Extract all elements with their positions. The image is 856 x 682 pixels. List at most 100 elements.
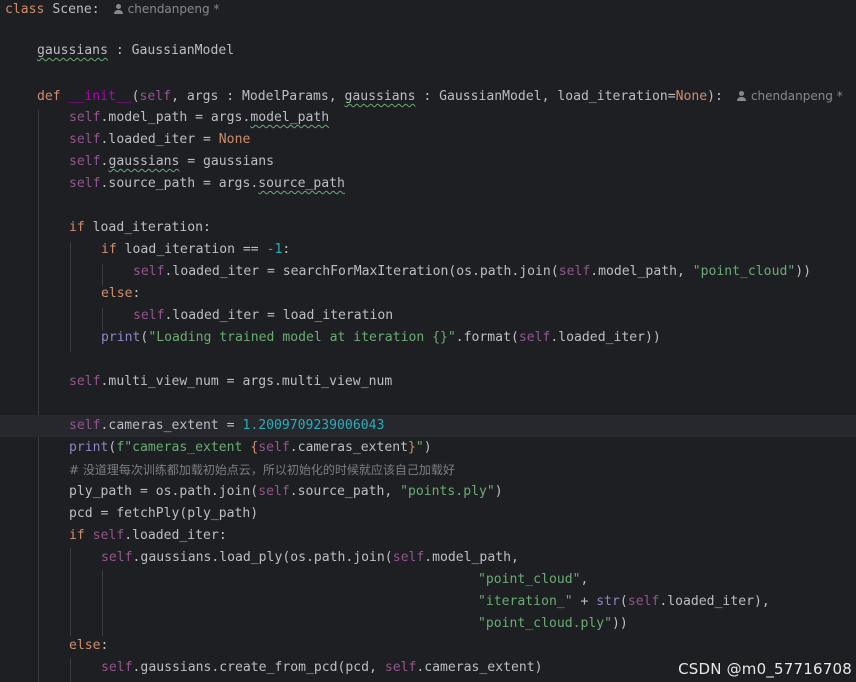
- self-token: self: [92, 528, 125, 543]
- class-name: Scene:: [52, 2, 100, 17]
- param-gaussians: gaussians: [344, 89, 416, 104]
- self-token: self: [101, 550, 133, 565]
- fstring-brace: }: [408, 440, 416, 455]
- keyword-else: else: [101, 286, 133, 301]
- code-text: load_iteration:: [84, 220, 211, 235]
- code-text: .gaussians.create_from_pcd(pcd,: [132, 660, 385, 675]
- code-text: )): [612, 616, 628, 631]
- keyword-if: if: [69, 528, 85, 543]
- keyword-else: else: [69, 638, 101, 653]
- code-line[interactable]: else:: [0, 635, 856, 657]
- code-text: .loaded_iter:: [124, 528, 227, 543]
- code-line[interactable]: print(f"cameras_extent {self.cameras_ext…: [0, 437, 856, 459]
- comment-text: # 没道理每次训练都加载初始点云，所以初始化的时候就应该自己加载好: [69, 463, 455, 477]
- keyword-none: None: [675, 89, 708, 104]
- keyword-none: None: [218, 132, 251, 147]
- self-token: self: [101, 660, 133, 675]
- code-line[interactable]: self.gaussians = gaussians: [0, 151, 856, 173]
- user-icon: [736, 91, 746, 101]
- string-literal: "points.ply": [400, 484, 495, 499]
- code-line[interactable]: if load_iteration:: [0, 217, 856, 239]
- params-text-2: : GaussianModel, load_iteration=: [415, 89, 676, 104]
- code-line[interactable]: "point_cloud",: [0, 569, 856, 591]
- code-text: (: [619, 594, 628, 609]
- code-line-comment[interactable]: # 没道理每次训练都加载初始点云，所以初始化的时候就应该自己加载好: [0, 459, 856, 481]
- string-literal: "point_cloud.ply": [478, 616, 613, 631]
- user-icon: [113, 4, 123, 14]
- self-token: self: [384, 660, 417, 675]
- author-hint-label: chendanpeng *: [127, 2, 220, 16]
- code-text: ,: [580, 572, 589, 587]
- code-text: .model_path,: [424, 550, 519, 565]
- code-text: :: [282, 242, 291, 257]
- number-literal: 1.2009709239006043: [242, 418, 385, 433]
- code-text: .cameras_extent: [289, 440, 409, 455]
- code-line[interactable]: else:: [0, 283, 856, 305]
- code-text: ): [423, 440, 432, 455]
- code-line-class-decl[interactable]: class Scene: chendanpeng *: [0, 0, 856, 20]
- code-line[interactable]: print("Loading trained model at iteratio…: [0, 327, 856, 349]
- code-text: .cameras_extent =: [100, 418, 243, 433]
- keyword-def: def: [37, 89, 61, 104]
- code-line-def-init[interactable]: def __init__(self, args : ModelParams, g…: [0, 85, 856, 107]
- params-text: , args : ModelParams,: [171, 89, 345, 104]
- code-text: .loaded_iter)): [550, 330, 661, 345]
- code-text: .multi_view_num = args.multi_view_num: [100, 374, 393, 389]
- self-token: self: [69, 132, 101, 147]
- field-colon: :: [107, 43, 132, 58]
- keyword-class: class: [5, 2, 45, 17]
- self-token: self: [258, 484, 290, 499]
- builtin-print: print: [101, 330, 141, 345]
- code-text: .source_path = args.: [100, 176, 259, 191]
- self-token: self: [392, 550, 425, 565]
- code-line[interactable]: if load_iteration == -1:: [0, 239, 856, 261]
- code-text: .loaded_iter = searchForMaxIteration(os.…: [164, 264, 559, 279]
- author-hint[interactable]: chendanpeng *: [113, 2, 220, 16]
- paren: (: [131, 89, 140, 104]
- code-line[interactable]: self.source_path = args.source_path: [0, 173, 856, 195]
- code-text: :: [100, 638, 109, 653]
- code-line[interactable]: if self.loaded_iter:: [0, 525, 856, 547]
- self-token: self: [69, 154, 101, 169]
- keyword-if: if: [69, 220, 85, 235]
- string-literal: ": [415, 440, 424, 455]
- keyword-if: if: [101, 242, 117, 257]
- code-line-field-decl[interactable]: gaussians : GaussianModel: [0, 40, 856, 62]
- code-text: load_iteration ==: [116, 242, 267, 257]
- code-line[interactable]: self.model_path = args.model_path: [0, 107, 856, 129]
- code-line-current[interactable]: self.cameras_extent = 1.2009709239006043: [0, 415, 856, 437]
- builtin-str: str: [596, 594, 620, 609]
- code-line[interactable]: self.loaded_iter = None: [0, 129, 856, 151]
- code-text: .cameras_extent): [416, 660, 543, 675]
- author-hint[interactable]: chendanpeng *: [736, 89, 843, 103]
- self-token: self: [133, 308, 165, 323]
- code-line[interactable]: self.loaded_iter = searchForMaxIteration…: [0, 261, 856, 283]
- code-line[interactable]: self.gaussians.load_ply(os.path.join(sel…: [0, 547, 856, 569]
- code-text: model_path: [250, 110, 330, 125]
- code-text: .format(: [455, 330, 519, 345]
- code-text: pcd = fetchPly(ply_path): [69, 506, 259, 521]
- number-literal: -1: [266, 242, 283, 257]
- code-line[interactable]: pcd = fetchPly(ply_path): [0, 503, 856, 525]
- code-line[interactable]: self.multi_view_num = args.multi_view_nu…: [0, 371, 856, 393]
- method-name: __init__: [68, 89, 132, 104]
- code-line[interactable]: ply_path = os.path.join(self.source_path…: [0, 481, 856, 503]
- code-text: :: [132, 286, 141, 301]
- string-literal: f"cameras_extent: [116, 440, 251, 455]
- params-close: ):: [707, 89, 723, 104]
- code-line[interactable]: "point_cloud.ply")): [0, 613, 856, 635]
- self-token: self: [69, 418, 101, 433]
- self-token: self: [518, 330, 551, 345]
- code-text: .loaded_iter = load_iteration: [164, 308, 394, 323]
- code-text: .gaussians.load_ply(os.path.join(: [132, 550, 393, 565]
- field-name: gaussians: [37, 43, 108, 58]
- code-text: .model_path = args.: [100, 110, 251, 125]
- code-text: ): [494, 484, 503, 499]
- code-line[interactable]: "iteration_" + str(self.loaded_iter),: [0, 591, 856, 613]
- code-editor[interactable]: class Scene: chendanpeng * gaussians : Ga…: [0, 0, 856, 682]
- code-text: source_path: [258, 176, 345, 191]
- watermark-text: CSDN @m0_57716708: [678, 660, 852, 678]
- code-line[interactable]: self.loaded_iter = load_iteration: [0, 305, 856, 327]
- self-token: self: [69, 176, 101, 191]
- self-token: self: [627, 594, 660, 609]
